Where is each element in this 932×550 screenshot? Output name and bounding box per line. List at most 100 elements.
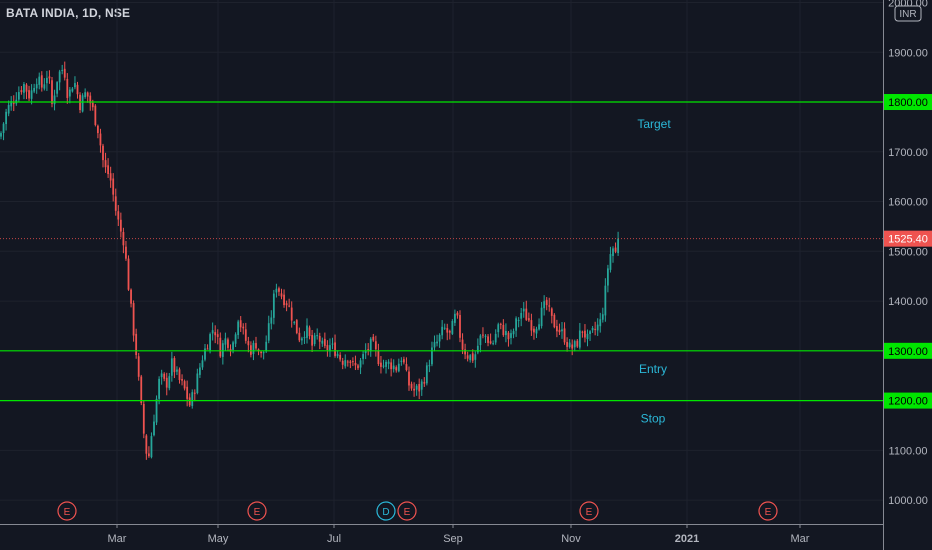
candle-body: [285, 303, 288, 306]
candle-body: [507, 332, 510, 340]
candle-body: [61, 69, 64, 71]
candle-body: [553, 314, 556, 328]
candle-body: [525, 308, 528, 320]
candle-body: [400, 360, 403, 362]
candle-body: [135, 333, 138, 356]
candle-body: [479, 335, 482, 346]
level-annotation: Target: [637, 117, 671, 131]
candle-body: [193, 392, 196, 394]
candle-body: [545, 299, 548, 306]
candle-body: [390, 362, 393, 370]
y-tick-label: 1700.00: [888, 147, 928, 159]
candle-body: [341, 360, 344, 365]
candle-body: [94, 105, 97, 125]
candle-body: [12, 102, 15, 104]
candle-body: [318, 335, 321, 342]
candle-body: [2, 123, 5, 134]
candle-body: [425, 365, 428, 384]
candle-body: [395, 367, 398, 371]
candle-body: [581, 331, 584, 333]
candle-body: [438, 334, 441, 342]
candle-body: [494, 333, 497, 343]
candle-body: [40, 75, 43, 88]
candle-body: [446, 328, 449, 333]
candle-body: [323, 338, 326, 346]
candle-body: [586, 333, 589, 340]
candle-body: [76, 84, 79, 95]
currency-label: INR: [899, 9, 916, 20]
candle-body: [428, 365, 431, 367]
candle-body: [234, 334, 237, 344]
candle-body: [242, 326, 245, 329]
candle-body: [352, 361, 354, 363]
candle-body: [99, 133, 102, 146]
candle-body: [275, 288, 278, 293]
candle-body: [614, 247, 617, 252]
y-tick-label: 1100.00: [889, 445, 928, 457]
candle-body: [589, 331, 591, 335]
candle-body: [448, 330, 451, 333]
candle-body: [66, 79, 69, 98]
candle-body: [148, 453, 150, 457]
candle-body: [280, 293, 283, 297]
candle-body: [584, 330, 586, 338]
candle-body: [30, 90, 33, 99]
candle-body: [48, 76, 51, 79]
y-tick-label: 1600.00: [888, 197, 928, 209]
candle-body: [334, 342, 336, 356]
candle-body: [196, 373, 199, 394]
candle-body: [127, 258, 130, 290]
candle-body: [591, 327, 594, 331]
candle-body: [326, 345, 329, 351]
candle-body: [186, 386, 189, 399]
candle-body: [566, 342, 568, 347]
candle-body: [28, 90, 30, 99]
candle-body: [303, 337, 306, 339]
candle-body: [201, 360, 204, 368]
candle-body: [114, 196, 117, 211]
candle-body: [74, 83, 76, 88]
candle-body: [150, 436, 153, 458]
candle-body: [599, 319, 602, 327]
candle-body: [142, 403, 145, 434]
candle-body: [119, 219, 122, 232]
candle-body: [288, 305, 291, 307]
candle-body: [403, 359, 405, 363]
candle-body: [596, 324, 599, 331]
price-chart[interactable]: TargetEntryStop EEDEEE 2000.001900.00180…: [0, 0, 932, 550]
event-markers: EEDEEE: [57, 501, 778, 521]
candle-body: [38, 76, 41, 85]
candle-body: [313, 335, 316, 345]
candle-body: [132, 303, 135, 336]
candle-body: [91, 102, 94, 108]
candle-body: [405, 364, 408, 370]
candle-body: [267, 323, 270, 341]
candle-body: [214, 332, 217, 336]
price-axis[interactable]: 2000.001900.001800.001700.001600.001500.…: [888, 0, 928, 507]
candle-body: [329, 345, 331, 351]
candle-body: [68, 89, 71, 97]
candle-body: [578, 330, 581, 348]
candle-body: [56, 82, 58, 94]
event-marker-label: E: [404, 507, 411, 518]
candle-body: [173, 358, 176, 373]
x-tick-label: Nov: [561, 533, 581, 545]
candle-body: [97, 125, 99, 134]
candle-body: [117, 211, 120, 220]
time-axis[interactable]: Mar May Jul Sep Nov 2021 Mar: [108, 524, 810, 545]
candle-body: [25, 84, 28, 92]
x-tick-label: Mar: [108, 533, 127, 545]
candle-body: [107, 165, 109, 175]
candle-body: [443, 327, 446, 329]
candle-body: [487, 336, 489, 343]
candle-body: [112, 178, 115, 195]
candle-body: [163, 373, 166, 379]
candle-body: [104, 160, 107, 168]
candle-body: [349, 361, 352, 363]
event-marker-label: D: [382, 507, 389, 518]
candle-body: [515, 318, 517, 331]
x-tick-label: Mar: [791, 533, 810, 545]
candle-body: [7, 104, 10, 114]
candle-body: [250, 345, 252, 355]
grid: [0, 0, 884, 524]
